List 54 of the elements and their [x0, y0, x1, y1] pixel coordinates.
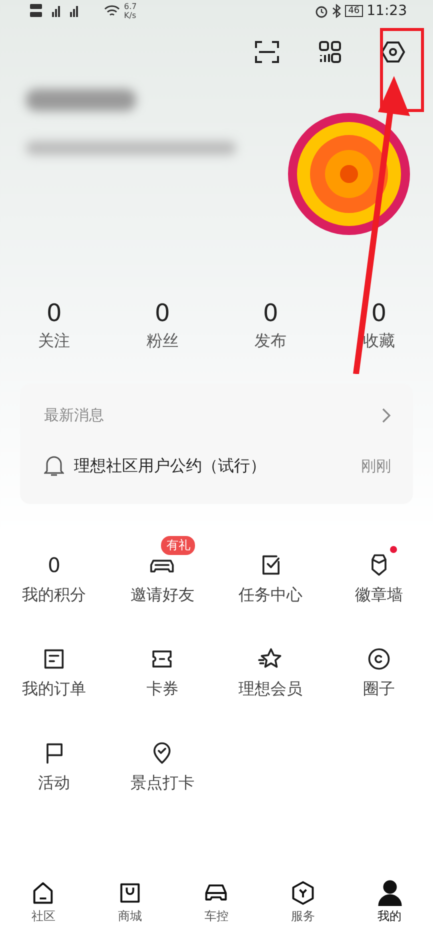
tab-icon: [290, 880, 316, 906]
news-time: 刚刚: [361, 456, 391, 476]
nav-tab[interactable]: 我的: [346, 870, 433, 942]
settings-icon[interactable]: [381, 41, 405, 63]
menu-item[interactable]: 徽章墙: [324, 534, 433, 606]
scan-icon[interactable]: [255, 41, 279, 63]
menu-item[interactable]: 0 我的积分: [0, 534, 108, 606]
gift-badge: 有礼: [161, 536, 196, 555]
speed-unit: K/s: [124, 11, 137, 20]
wifi-icon: [104, 4, 120, 18]
stat-count[interactable]: 0: [262, 299, 278, 327]
points-count: 0: [48, 553, 60, 577]
menu-label: 活动: [38, 773, 70, 794]
network-speed: 6.7: [124, 2, 137, 11]
stat-label[interactable]: 粉丝: [146, 331, 178, 352]
nav-tab[interactable]: 服务: [260, 870, 346, 942]
menu-label: 徽章墙: [354, 585, 403, 606]
stat-label[interactable]: 收藏: [362, 331, 395, 352]
news-message: 理想社区用户公约（试行）: [74, 456, 267, 476]
menu-item[interactable]: 卡券: [108, 628, 216, 700]
news-title: 最新消息: [44, 406, 104, 424]
nav-tab[interactable]: 商城: [86, 870, 174, 942]
stat-label[interactable]: 关注: [38, 331, 70, 352]
chevron-right-icon: [382, 408, 391, 422]
nav-tab[interactable]: 社区: [0, 870, 87, 942]
stat-count[interactable]: 0: [371, 299, 387, 327]
stat-count[interactable]: 0: [154, 299, 170, 327]
stat-label[interactable]: 发布: [254, 331, 287, 352]
menu-label: 景点打卡: [130, 773, 194, 794]
menu-label: 我的订单: [22, 679, 86, 700]
menu-label: 任务中心: [238, 585, 303, 606]
menu-icon: [366, 646, 392, 672]
clock-time: 11:23: [366, 3, 407, 19]
menu-item[interactable]: 我的订单: [0, 628, 108, 700]
bell-icon: [44, 455, 64, 477]
menu-item[interactable]: 活动: [0, 722, 108, 794]
alarm-icon: [315, 4, 328, 18]
battery-level: 46: [345, 5, 363, 17]
menu-label: 理想会员: [238, 679, 303, 700]
stat-count[interactable]: 0: [46, 299, 62, 327]
menu-item[interactable]: 景点打卡: [108, 722, 216, 794]
menu-label: 我的积分: [22, 585, 86, 606]
menu-label: 圈子: [362, 679, 395, 700]
menu-label: 卡券: [146, 679, 178, 700]
person-icon: [376, 880, 403, 906]
menu-label: 邀请好友: [130, 585, 194, 606]
menu-item[interactable]: 任务中心: [216, 534, 325, 606]
bluetooth-icon: [332, 4, 342, 18]
avatar[interactable]: [288, 113, 410, 235]
menu-item[interactable]: 有礼 邀请好友: [108, 534, 216, 606]
menu-item[interactable]: 理想会员: [216, 628, 325, 700]
nav-tab[interactable]: 车控: [173, 870, 260, 942]
qr-code-icon[interactable]: [319, 41, 341, 63]
menu-item[interactable]: 圈子: [324, 628, 433, 700]
